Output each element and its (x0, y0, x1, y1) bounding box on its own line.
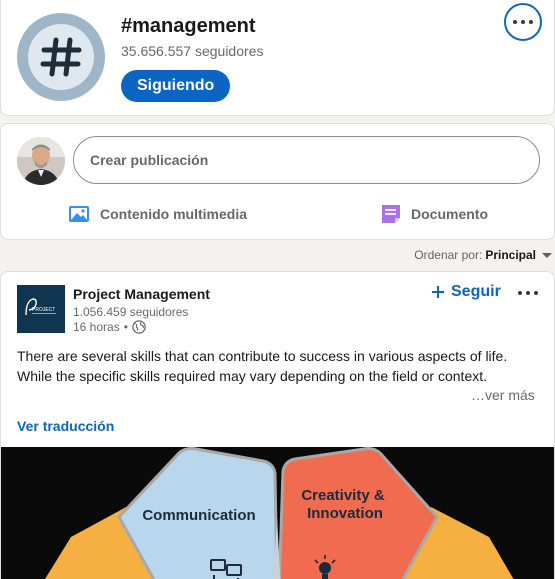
document-button-label: Documento (411, 206, 488, 222)
post-timestamp: 16 horas • (73, 320, 146, 334)
follow-button[interactable]: Seguir (431, 283, 501, 301)
translate-link[interactable]: Ver traducción (17, 418, 114, 434)
follow-button-label: Seguir (451, 283, 501, 300)
sort-dropdown[interactable]: Ordenar por: Principal (414, 248, 552, 262)
sort-label: Ordenar por: (414, 248, 483, 262)
creativity-label-line1: Creativity & (301, 487, 385, 504)
create-post-input[interactable]: Crear publicación (73, 136, 540, 184)
plus-icon (432, 286, 444, 298)
more-horizontal-icon (513, 20, 533, 24)
hashtag-follower-count: 35.656.557 seguidores (121, 43, 264, 59)
post-body: There are several skills that can contri… (17, 348, 508, 384)
see-more-link[interactable]: …ver más (471, 387, 535, 403)
image-icon (69, 206, 89, 222)
creativity-label-line2: Innovation (307, 505, 383, 522)
sort-value: Principal (485, 248, 536, 262)
post-composer-card: Crear publicación Contenido multimedia D… (0, 123, 555, 240)
post-author-name[interactable]: Project Management (73, 286, 210, 302)
feed-post-card: PROJECT Project Management 1.056.459 seg… (0, 271, 555, 579)
globe-icon (132, 320, 146, 334)
hashtag-header-card: #management 35.656.557 seguidores Siguie… (0, 0, 555, 116)
document-icon (382, 205, 400, 223)
document-button[interactable]: Documento (381, 202, 488, 226)
svg-text:PROJECT: PROJECT (32, 307, 55, 313)
avatar[interactable] (17, 137, 65, 185)
post-more-options-button[interactable] (518, 291, 538, 295)
hashtag-avatar (17, 13, 105, 101)
hashtag-icon (40, 37, 82, 77)
media-button-label: Contenido multimedia (100, 206, 247, 222)
media-button[interactable]: Contenido multimedia (68, 202, 247, 226)
following-button[interactable]: Siguiendo (121, 70, 231, 102)
hashtag-title: #management (121, 15, 256, 37)
more-horizontal-icon (518, 291, 538, 295)
more-options-button[interactable] (504, 3, 542, 41)
caret-down-icon (542, 252, 552, 258)
post-author-followers: 1.056.459 seguidores (73, 305, 189, 319)
company-logo[interactable]: PROJECT (17, 285, 65, 333)
post-image[interactable]: Communication Creativity & Innovation (1, 447, 554, 579)
communication-label: Communication (142, 507, 255, 524)
